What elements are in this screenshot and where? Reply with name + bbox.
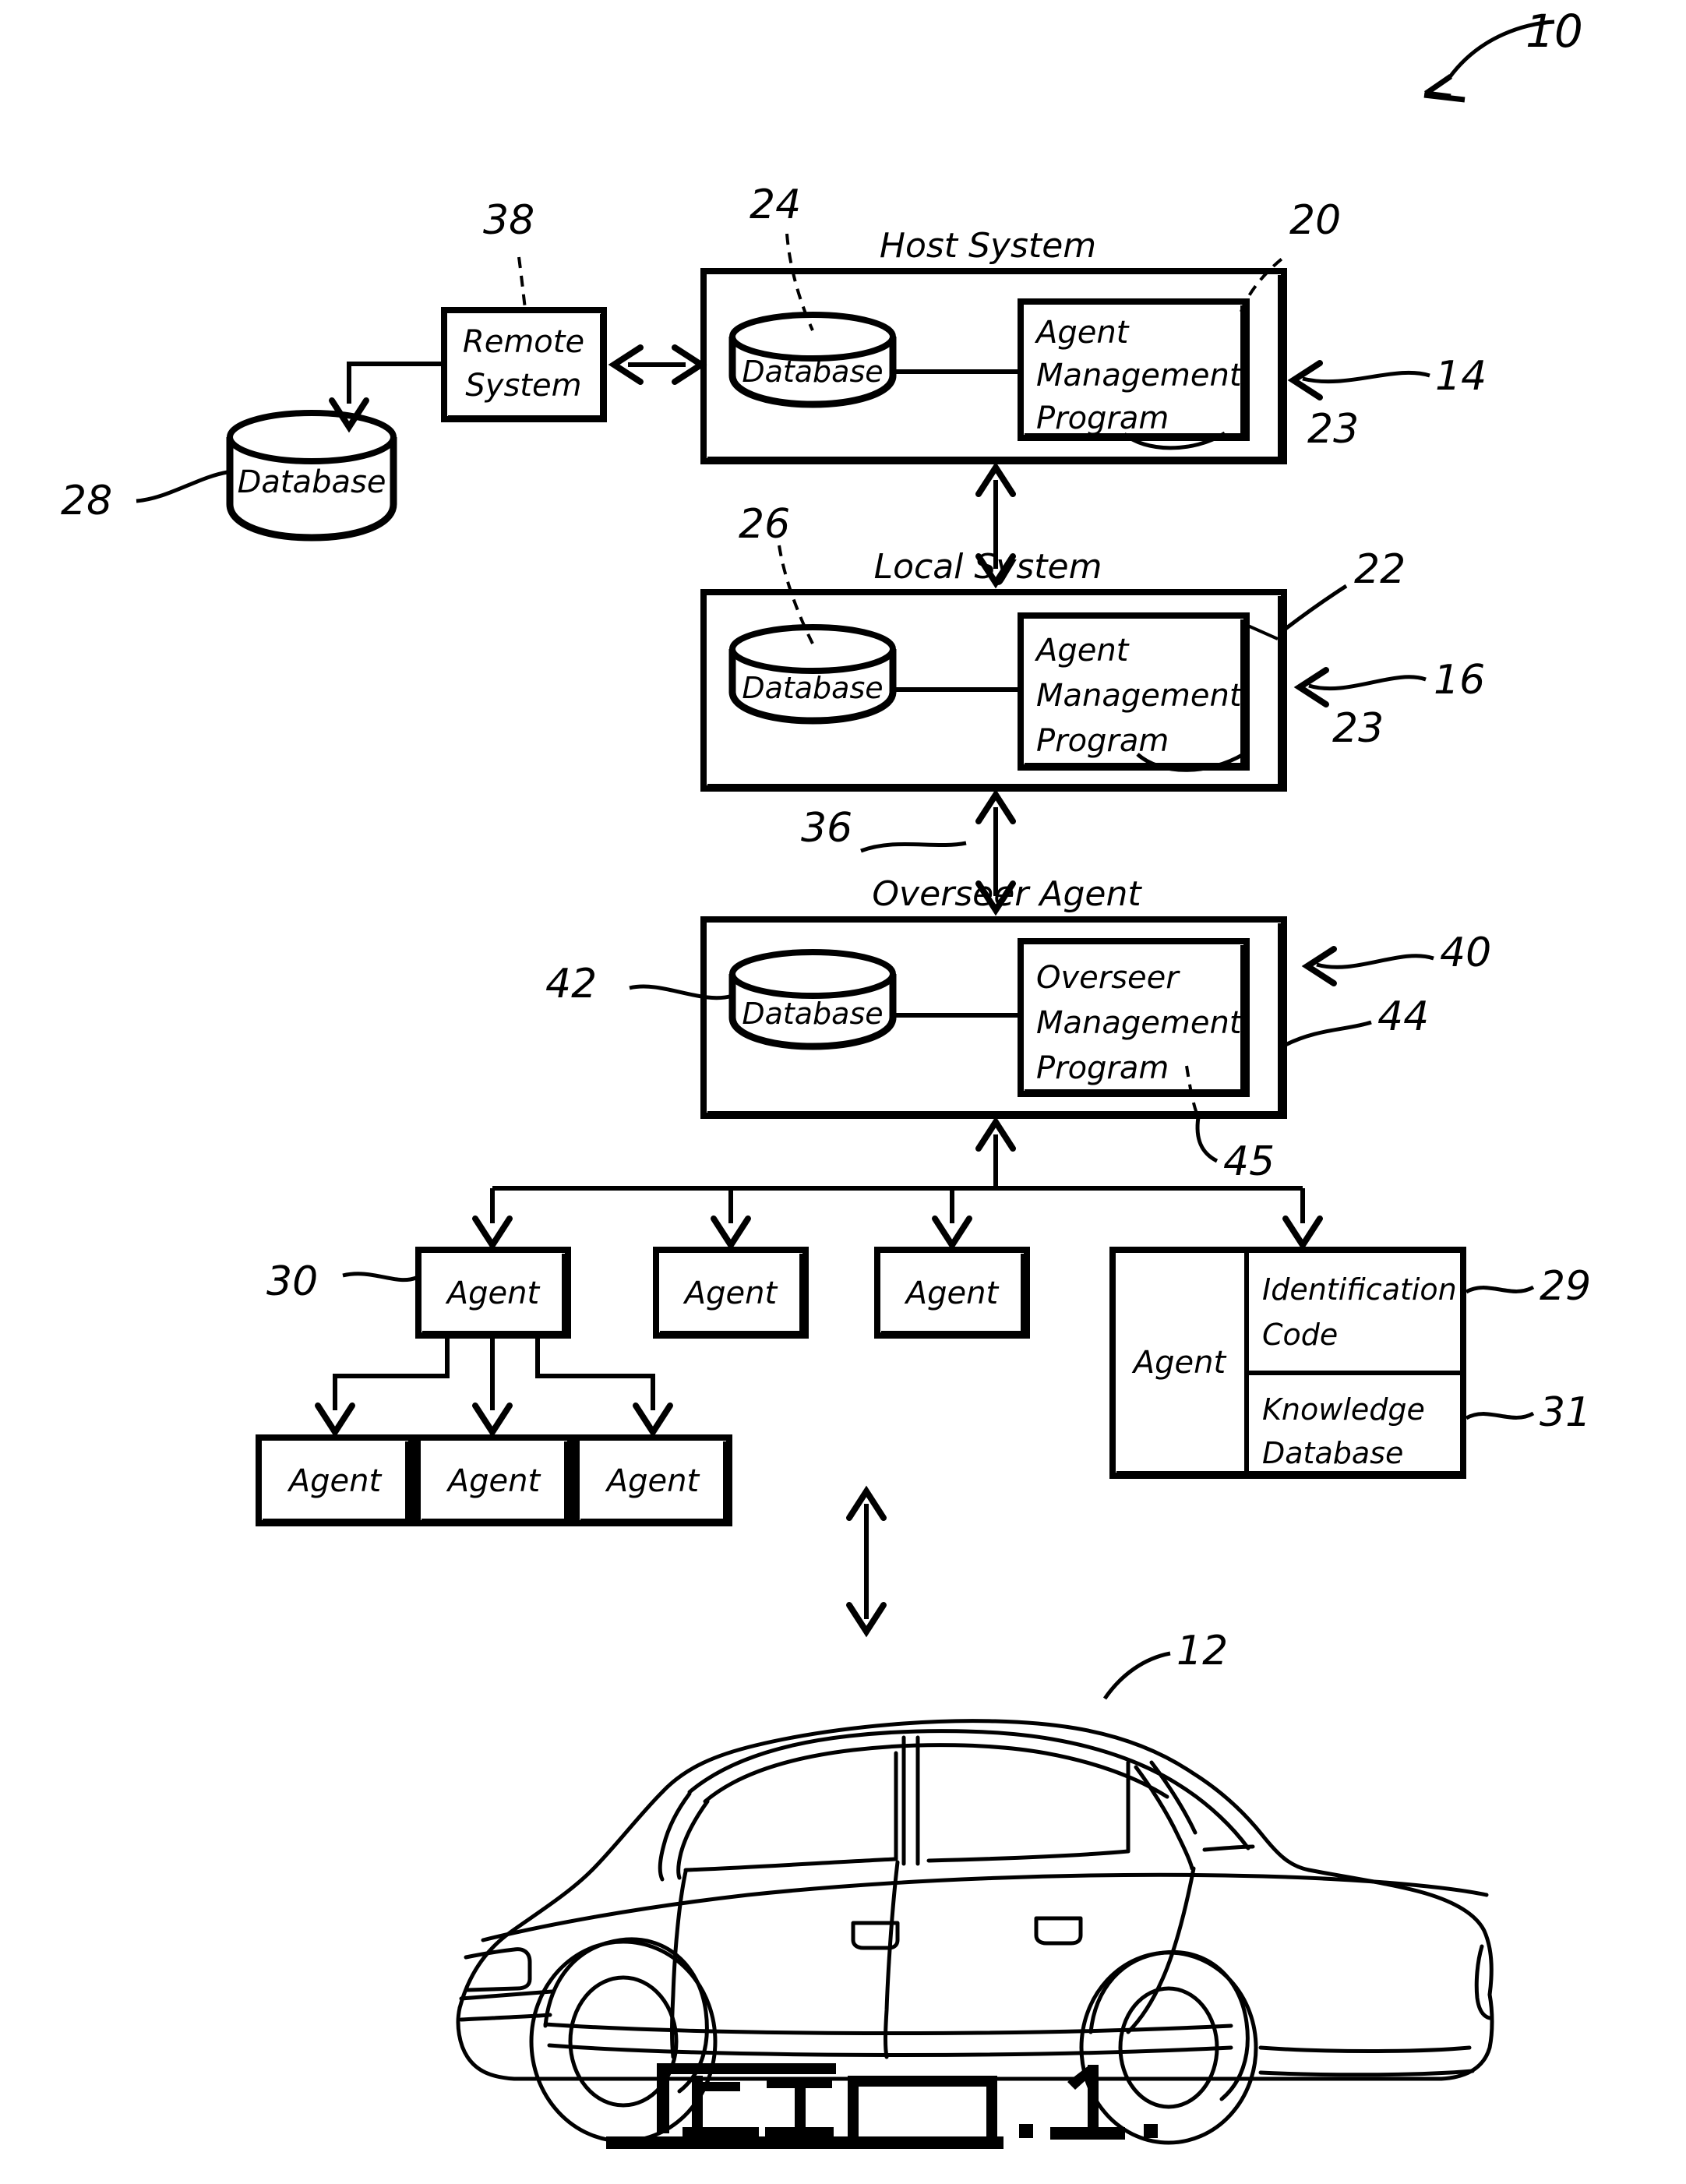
- ref-44: 44: [1377, 993, 1429, 1040]
- local-system-title: Local System: [874, 547, 1102, 587]
- agent-label-1: Agent: [445, 1275, 541, 1311]
- agent-label-2: Agent: [683, 1275, 778, 1311]
- host-program-line1: Agent: [1034, 315, 1130, 351]
- identification-code-ref-leader: [1465, 1285, 1535, 1294]
- ref-23-host: 23: [1307, 406, 1359, 453]
- remote-system-label-top: Remote: [463, 324, 584, 360]
- ref-12: 12: [1176, 1628, 1228, 1674]
- detail-agent-label: Agent: [1131, 1345, 1227, 1381]
- ref-29: 29: [1540, 1263, 1591, 1310]
- knowledge-database-line1: Knowledge: [1262, 1392, 1425, 1427]
- agent-child-label-1: Agent: [287, 1463, 383, 1499]
- ref-10: 10: [1526, 5, 1583, 58]
- agents-vehicle-connector: [849, 1491, 884, 1632]
- ref-14: 14: [1435, 353, 1487, 400]
- remote-database-label: Database: [238, 464, 386, 500]
- host-system-title: Host System: [880, 226, 1096, 266]
- overseer-agent-title: Overseer Agent: [872, 874, 1142, 914]
- ref-45: 45: [1223, 1138, 1275, 1185]
- ref-28: 28: [61, 478, 112, 524]
- overseer-agent-bus: [475, 1122, 1320, 1245]
- remote-system-label-bottom: System: [465, 368, 581, 404]
- ref-24: 24: [750, 182, 801, 228]
- figure-caption-text: FIG. 1.: [840, 2173, 843, 2175]
- agent-label-3: Agent: [904, 1275, 1000, 1311]
- ref-36: 36: [801, 805, 852, 852]
- figure-caption-glyphs: [606, 2063, 1158, 2149]
- local-box-ref-leader: [1281, 584, 1348, 633]
- ref-23-local: 23: [1332, 705, 1384, 752]
- overseer-program-line3: Program: [1036, 1050, 1169, 1086]
- ref-26: 26: [739, 501, 790, 548]
- identification-code-line2: Code: [1262, 1318, 1338, 1352]
- agent-1-ref-leader: [342, 1272, 417, 1283]
- patent-figure-page: Host System Local System Overseer Agent …: [0, 0, 1686, 2184]
- overseer-database-label: Database: [742, 997, 883, 1031]
- host-program-line2: Management: [1036, 358, 1243, 393]
- local-program-line2: Management: [1036, 678, 1243, 714]
- overseer-program-ref-leader: [1282, 1020, 1372, 1048]
- local-system-ref-arrow: [1300, 670, 1427, 704]
- ref-42: 42: [545, 961, 597, 1007]
- ref-38: 38: [483, 197, 534, 244]
- knowledge-database-line2: Database: [1262, 1436, 1403, 1470]
- local-database-label: Database: [742, 671, 883, 705]
- host-database-label: Database: [742, 355, 883, 389]
- host-system-ref-arrow: [1293, 363, 1430, 397]
- vehicle-ref-leader: [1102, 1651, 1171, 1700]
- host-program-line3: Program: [1036, 400, 1169, 436]
- ref-20: 20: [1289, 197, 1341, 244]
- overseer-program-line2: Management: [1036, 1005, 1243, 1041]
- remote-host-connector: [614, 348, 701, 382]
- remote-system-leader: [517, 256, 527, 309]
- knowledge-database-ref-leader: [1465, 1411, 1535, 1420]
- local-program-line3: Program: [1036, 723, 1169, 759]
- agent-child-label-3: Agent: [605, 1463, 700, 1499]
- agent-subtree-bus: [318, 1337, 670, 1432]
- identification-code-line1: Identification: [1262, 1272, 1457, 1307]
- ref-30: 30: [266, 1258, 318, 1305]
- overseer-inner-ref-leader2: [1195, 1117, 1219, 1163]
- ref-16: 16: [1434, 657, 1485, 704]
- overseer-ref-arrow: [1307, 949, 1434, 983]
- overseer-program-line1: Overseer: [1036, 960, 1180, 996]
- ref-22: 22: [1354, 546, 1406, 593]
- ref-40: 40: [1440, 930, 1491, 976]
- remote-database-leader: [136, 470, 228, 503]
- ref-31: 31: [1540, 1389, 1591, 1436]
- agent-child-label-2: Agent: [446, 1463, 541, 1499]
- figure-canvas: Host System Local System Overseer Agent …: [61, 5, 1591, 2175]
- local-program-line1: Agent: [1034, 633, 1130, 669]
